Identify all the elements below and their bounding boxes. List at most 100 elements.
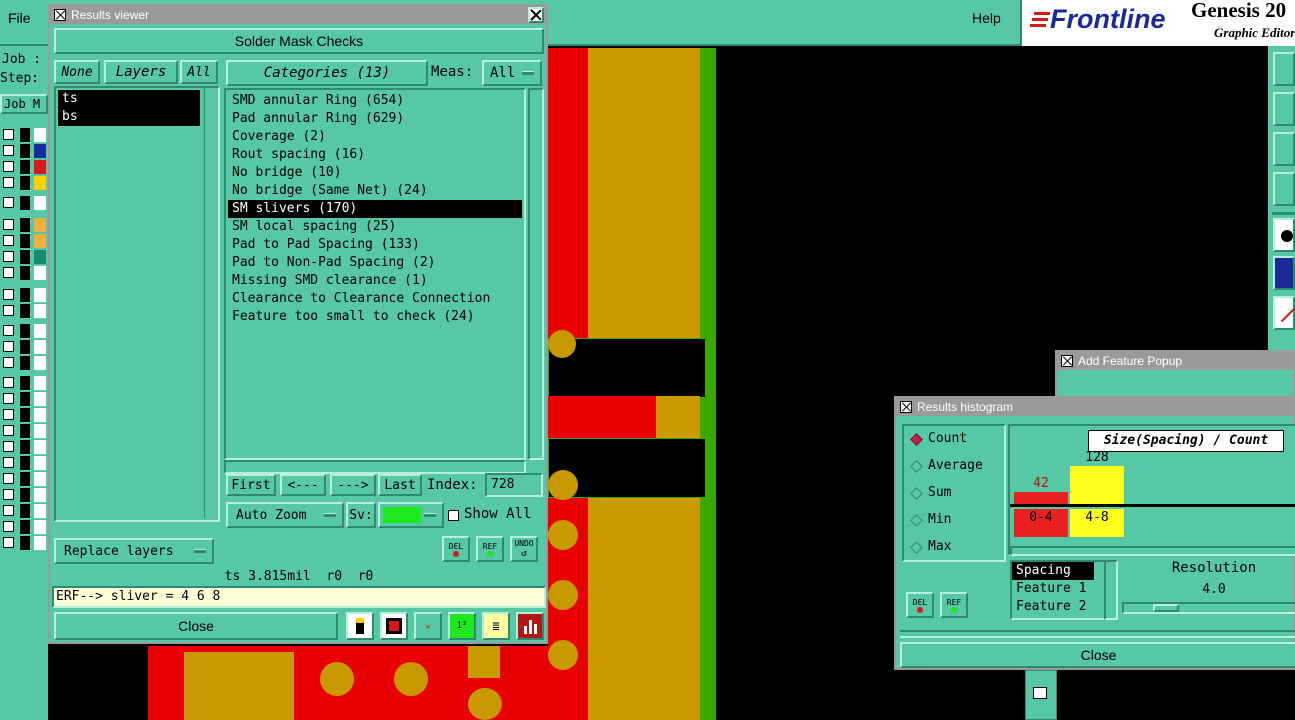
layer-row[interactable] bbox=[0, 356, 48, 370]
layers-scrollbar[interactable] bbox=[204, 88, 218, 518]
layer-checkbox[interactable] bbox=[3, 341, 14, 352]
window-menu-icon[interactable] bbox=[1061, 355, 1073, 367]
layer-item[interactable]: ts bbox=[58, 90, 200, 108]
last-button[interactable]: Last bbox=[378, 474, 422, 496]
layer-checkbox[interactable] bbox=[3, 489, 14, 500]
layer-checkbox[interactable] bbox=[3, 219, 14, 230]
all-button[interactable]: All bbox=[180, 60, 218, 84]
layer-checkbox[interactable] bbox=[3, 537, 14, 548]
layer-checkbox[interactable] bbox=[3, 161, 14, 172]
layer-row[interactable] bbox=[0, 128, 48, 142]
histogram-bar[interactable] bbox=[1014, 492, 1068, 504]
categories-button[interactable]: Categories (13) bbox=[226, 60, 428, 86]
layer-row[interactable] bbox=[0, 456, 48, 470]
category-item[interactable]: Pad to Pad Spacing (133) bbox=[228, 236, 522, 254]
layer-row[interactable] bbox=[0, 144, 48, 158]
field-scrollbar[interactable] bbox=[1104, 560, 1118, 620]
layer-checkbox[interactable] bbox=[3, 409, 14, 420]
histogram-bar[interactable] bbox=[1070, 466, 1124, 504]
layer-checkbox[interactable] bbox=[3, 393, 14, 404]
category-item[interactable]: Pad annular Ring (629) bbox=[228, 110, 522, 128]
layer-row[interactable] bbox=[0, 536, 48, 550]
layer-row[interactable] bbox=[0, 392, 48, 406]
layers-button[interactable]: Layers bbox=[104, 60, 178, 84]
meas-dropdown[interactable]: All bbox=[482, 60, 542, 86]
replace-layers-dropdown[interactable]: Replace layers bbox=[54, 538, 214, 564]
erf-icon[interactable]: ✕ bbox=[414, 612, 442, 640]
auto-zoom-dropdown[interactable]: Auto Zoom bbox=[226, 502, 344, 528]
layer-checkbox[interactable] bbox=[3, 235, 14, 246]
hist-del-button[interactable]: DEL bbox=[906, 592, 934, 618]
job-menu-button[interactable]: Job M bbox=[0, 94, 48, 114]
category-item[interactable]: SM local spacing (25) bbox=[228, 218, 522, 236]
layer-row[interactable] bbox=[0, 324, 48, 338]
field-item[interactable]: Feature 1 bbox=[1012, 580, 1104, 598]
tool-button-2[interactable] bbox=[1273, 92, 1295, 126]
category-item[interactable]: Pad to Non-Pad Spacing (2) bbox=[228, 254, 522, 272]
category-item[interactable]: Missing SMD clearance (1) bbox=[228, 272, 522, 290]
category-item[interactable]: Rout spacing (16) bbox=[228, 146, 522, 164]
category-item[interactable]: No bridge (Same Net) (24) bbox=[228, 182, 522, 200]
layer-row[interactable] bbox=[0, 376, 48, 390]
layer-row[interactable] bbox=[0, 424, 48, 438]
layer-row[interactable] bbox=[0, 288, 48, 302]
ref-button[interactable]: REF bbox=[476, 536, 504, 562]
hist-close-button[interactable]: Close bbox=[900, 642, 1295, 668]
layer-row[interactable] bbox=[0, 520, 48, 534]
layer-item[interactable]: bs bbox=[58, 108, 200, 126]
notes-icon[interactable]: ≣ bbox=[482, 612, 510, 640]
layer-row[interactable] bbox=[0, 160, 48, 174]
layer-checkbox[interactable] bbox=[3, 425, 14, 436]
tool-button-1[interactable] bbox=[1273, 52, 1295, 86]
layer-checkbox[interactable] bbox=[3, 129, 14, 140]
sv-color-dropdown[interactable] bbox=[378, 502, 444, 528]
resolution-slider-thumb[interactable] bbox=[1153, 604, 1179, 612]
layer-row[interactable] bbox=[0, 488, 48, 502]
hist-ref-button[interactable]: REF bbox=[940, 592, 968, 618]
layer-checkbox[interactable] bbox=[3, 505, 14, 516]
counter-icon[interactable]: 1² bbox=[448, 612, 476, 640]
close-icon[interactable] bbox=[528, 7, 544, 23]
layer-checkbox[interactable] bbox=[3, 377, 14, 388]
layer-checkbox[interactable] bbox=[3, 457, 14, 468]
field-item[interactable]: Feature 2 bbox=[1012, 598, 1104, 616]
layer-checkbox[interactable] bbox=[3, 521, 14, 532]
layer-checkbox[interactable] bbox=[3, 197, 14, 208]
layer-row[interactable] bbox=[0, 408, 48, 422]
layer-row[interactable] bbox=[0, 340, 48, 354]
report-icon[interactable] bbox=[380, 612, 408, 640]
layer-checkbox[interactable] bbox=[3, 473, 14, 484]
layer-row[interactable] bbox=[0, 250, 48, 264]
field-item[interactable]: Spacing bbox=[1012, 562, 1094, 580]
circle-tool-button[interactable] bbox=[1273, 218, 1295, 252]
layer-checkbox[interactable] bbox=[3, 289, 14, 300]
chart-scrollbar[interactable] bbox=[1010, 546, 1295, 556]
layer-row[interactable] bbox=[0, 234, 48, 248]
pad-tool-button[interactable] bbox=[1273, 256, 1295, 290]
category-item[interactable]: Clearance to Clearance Connection bbox=[228, 290, 522, 308]
layer-row[interactable] bbox=[0, 304, 48, 318]
layer-checkbox[interactable] bbox=[3, 305, 14, 316]
none-button[interactable]: None bbox=[54, 60, 100, 84]
show-all-checkbox[interactable] bbox=[448, 510, 459, 521]
window-menu-icon[interactable] bbox=[54, 9, 66, 21]
layer-checkbox[interactable] bbox=[3, 441, 14, 452]
index-input[interactable]: 728 bbox=[485, 473, 543, 497]
mode-radio-sum[interactable]: Sum bbox=[908, 484, 1004, 504]
layer-row[interactable] bbox=[0, 176, 48, 190]
categories-scrollbar[interactable] bbox=[528, 88, 544, 460]
close-button[interactable]: Close bbox=[54, 612, 338, 640]
layer-row[interactable] bbox=[0, 218, 48, 232]
histogram-icon[interactable] bbox=[516, 612, 544, 640]
window-menu-icon[interactable] bbox=[900, 401, 912, 413]
layer-checkbox[interactable] bbox=[3, 177, 14, 188]
next-button[interactable]: ---> bbox=[330, 474, 376, 496]
file-menu[interactable]: File bbox=[8, 10, 31, 26]
layer-checkbox[interactable] bbox=[3, 145, 14, 156]
mode-radio-max[interactable]: Max bbox=[908, 538, 1004, 558]
categories-hscrollbar[interactable] bbox=[224, 460, 526, 474]
layer-checkbox[interactable] bbox=[3, 357, 14, 368]
measure-icon[interactable] bbox=[346, 612, 374, 640]
layer-row[interactable] bbox=[0, 196, 48, 210]
mode-radio-average[interactable]: Average bbox=[908, 457, 1004, 477]
